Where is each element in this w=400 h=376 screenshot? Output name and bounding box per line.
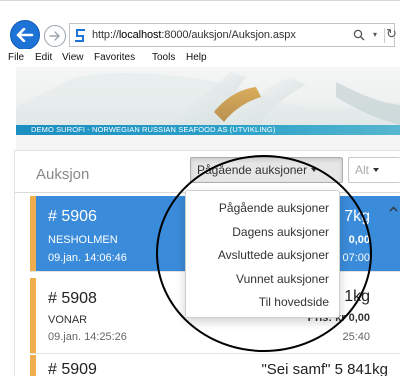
refresh-icon[interactable]: ↻ [386,26,397,42]
menu-file[interactable]: File [8,52,24,63]
url-scheme: http:// [92,29,119,41]
page-title: Auksjon [36,166,90,183]
auction-time-left: 25:40 [342,331,370,343]
menu-edit[interactable]: Edit [35,52,52,63]
auction-product: "Sei samf" 5 841kg [261,361,388,376]
caret-down-icon [373,168,380,172]
url-path: :8000/auksjon/Auksjon.aspx [161,29,296,41]
search-icon [353,29,365,41]
auction-price: 0,00 [348,234,370,246]
search-dropdown-icon[interactable]: ▾ [373,30,377,39]
menu-view[interactable]: View [62,52,84,63]
dropdown-item-won[interactable]: Vunnet auksjoner [186,268,339,292]
menu-help[interactable]: Help [186,52,207,63]
arrow-right-icon [49,31,60,41]
filter-dropdown-label: Pågående auksjoner [197,163,308,177]
auction-number: # 5906 [48,208,97,225]
vessel-name: NESHOLMEN [48,234,118,246]
status-bar [30,355,36,376]
dropdown-item-main-page[interactable]: Til hovedside [186,291,339,315]
filter-dropdown-button[interactable]: Pågående auksjoner [190,157,343,183]
auction-number: # 5909 [48,361,97,376]
status-bar [30,278,36,353]
window-top-border [0,0,400,1]
auction-weight: 7kg [344,208,370,225]
auction-timestamp: 09.jan. 14:25:26 [48,331,127,343]
dropdown-item-today[interactable]: Dagens auksjoner [186,221,339,245]
address-separator [384,28,385,43]
auction-number: # 5908 [48,290,97,307]
banner-company-text: DEMO SUROFI - NORWEGIAN RUSSIAN SEAFOOD … [31,125,276,134]
auction-weight: 1kg [344,288,370,305]
search-button[interactable] [353,27,373,43]
menu-bar: File Edit View Favorites Tools Help [0,49,400,67]
vessel-name: VONAR [48,314,88,326]
caret-down-icon [311,168,318,172]
forward-button[interactable] [44,25,66,47]
filter-dropdown-menu: Pågående auksjoner Dagens auksjoner Avsl… [185,190,340,318]
address-bar[interactable]: http://localhost:8000/auksjon/Auksjon.as… [69,23,397,47]
back-button[interactable] [10,20,40,50]
category-dropdown-button[interactable]: Alt [348,157,400,183]
menu-favorites[interactable]: Favorites [94,52,135,63]
arrow-left-icon [16,28,34,42]
dropdown-item-ongoing[interactable]: Pågående auksjoner [186,197,339,221]
category-dropdown-label: Alt [355,163,370,177]
url-host: localhost [118,29,162,41]
auction-time-left: 07:00 [342,252,370,264]
scroll-up-button[interactable] [387,202,400,216]
chevron-up-icon [389,206,398,212]
page-favicon-icon [75,29,85,42]
url-text: http://localhost:8000/auksjon/Auksjon.as… [92,29,296,41]
auction-card[interactable]: # 5909 "Sei samf" 5 841kg [30,355,400,376]
status-bar [30,196,36,271]
menu-tools[interactable]: Tools [152,52,175,63]
auction-timestamp: 09.jan. 14:06:46 [48,252,127,264]
dropdown-item-finished[interactable]: Avsluttede auksjoner [186,244,339,268]
